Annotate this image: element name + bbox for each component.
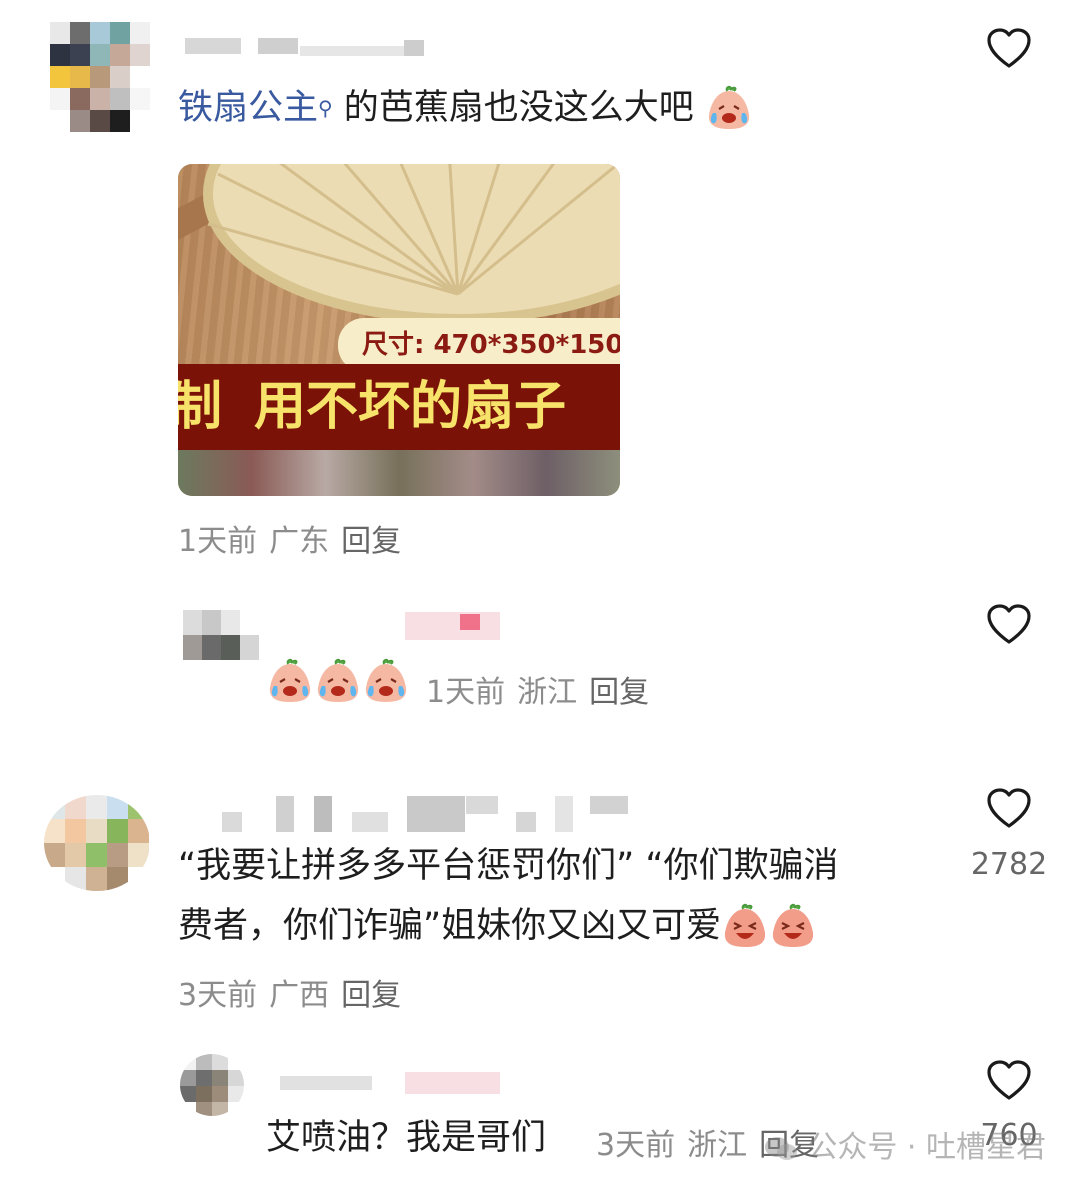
comment-body: 艾喷油？我是哥们 <box>266 1118 547 1158</box>
banner-text: 用不坏的扇子 <box>254 377 567 437</box>
comment-body: 的芭蕉扇也没这么大吧 <box>332 88 694 128</box>
username-redacted <box>405 1072 500 1094</box>
username-redacted <box>300 46 410 56</box>
reply-button[interactable]: 回复 <box>341 978 401 1013</box>
comment-location: 浙江 <box>517 675 578 710</box>
comment-body: 费者，你们诈骗”姐妹你又凶又可爱 <box>178 906 722 946</box>
username-redacted <box>276 796 294 832</box>
banner-left-text: 制 <box>178 377 223 437</box>
comment-text: “我要让拼多多平台惩罚你们” “你们欺骗消 <box>178 846 839 886</box>
username-redacted <box>258 38 298 54</box>
comment-text: 费者，你们诈骗”姐妹你又凶又可爱 <box>178 896 817 956</box>
username-redacted[interactable] <box>280 1076 372 1090</box>
comment-meta: 1天前 浙江 回复 <box>426 667 649 711</box>
like-count: 2782 <box>970 847 1048 882</box>
emoji-row <box>266 658 410 706</box>
comment-text: 铁扇公主⚲ 的芭蕉扇也没这么大吧 <box>178 78 753 138</box>
heart-icon[interactable] <box>985 602 1033 646</box>
crying-laugh-emoji-icon <box>362 658 410 706</box>
avatar[interactable] <box>180 1054 244 1116</box>
username-redacted <box>404 40 424 56</box>
watermark: 公众号 · 吐槽星君 <box>764 1122 1046 1166</box>
heart-icon[interactable] <box>985 1058 1033 1102</box>
comment-meta: 3天前 广西 回复 <box>178 970 401 1014</box>
username-redacted <box>516 812 536 832</box>
avatar[interactable] <box>50 22 150 132</box>
comment-time: 1天前 <box>426 675 506 710</box>
username-redacted[interactable] <box>185 38 241 54</box>
heart-icon[interactable] <box>985 786 1033 830</box>
laughing-emoji-icon <box>721 903 769 951</box>
comment-meta: 1天前 广东 回复 <box>178 516 401 560</box>
comment-location: 广西 <box>269 978 330 1013</box>
username-redacted[interactable] <box>405 612 500 640</box>
username-redacted[interactable] <box>222 812 242 832</box>
username-redacted <box>352 812 388 832</box>
comment-time: 3天前 <box>596 1128 676 1163</box>
comment-location: 浙江 <box>687 1128 748 1163</box>
comment-image[interactable]: 尺寸: 470*350*150c 制用不坏的扇子 <box>178 164 620 496</box>
heart-icon[interactable] <box>985 26 1033 70</box>
reply-button[interactable]: 回复 <box>589 675 649 710</box>
comment-location: 广东 <box>269 524 330 559</box>
username-redacted <box>314 796 332 832</box>
username-redacted <box>590 796 628 814</box>
username-redacted <box>460 614 480 630</box>
avatar[interactable] <box>183 610 259 660</box>
username-redacted <box>466 796 498 814</box>
comment-text: 艾喷油？我是哥们 <box>266 1108 546 1168</box>
comment-time: 1天前 <box>178 524 258 559</box>
watermark-text: 公众号 · 吐槽星君 <box>807 1130 1046 1165</box>
foliage-strip <box>178 450 620 496</box>
laughing-emoji-icon <box>769 903 817 951</box>
crying-laugh-emoji-icon <box>705 85 753 133</box>
wechat-icon <box>764 1136 797 1160</box>
crying-laugh-emoji-icon <box>314 658 362 706</box>
image-banner: 制用不坏的扇子 <box>178 364 620 450</box>
username-redacted <box>555 796 573 832</box>
mention-link[interactable]: 铁扇公主 <box>178 88 318 128</box>
search-icon: ⚲ <box>318 96 333 120</box>
comment-time: 3天前 <box>178 978 258 1013</box>
reply-button[interactable]: 回复 <box>341 524 401 559</box>
username-redacted <box>407 796 465 832</box>
crying-laugh-emoji-icon <box>266 658 314 706</box>
avatar[interactable] <box>44 795 150 891</box>
